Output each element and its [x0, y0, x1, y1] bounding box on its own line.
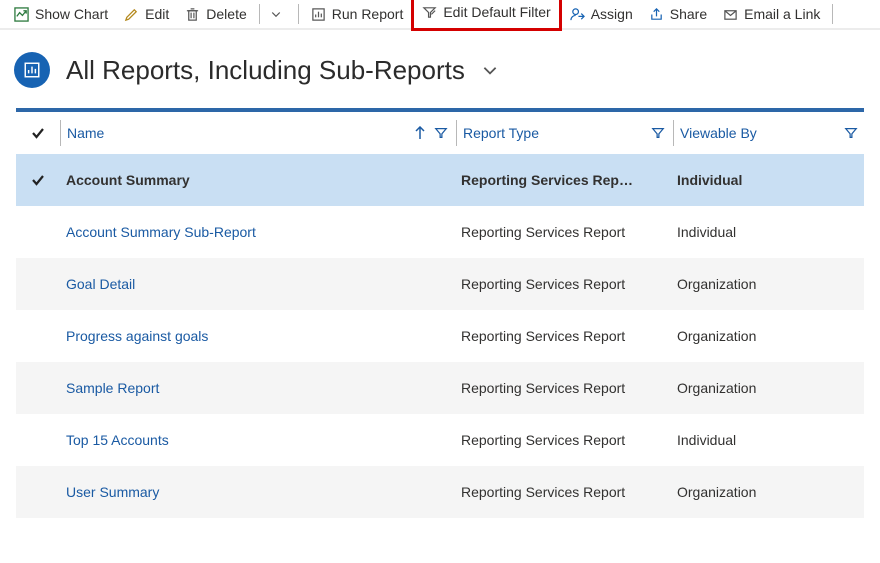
entity-icon [14, 52, 50, 88]
filter-icon[interactable] [651, 126, 665, 140]
sort-asc-icon[interactable] [414, 126, 426, 140]
cell-type: Reporting Services Report [455, 328, 671, 344]
cell-name: Goal Detail [60, 276, 455, 292]
view-header: All Reports, Including Sub-Reports [0, 30, 880, 108]
cell-viewable: Organization [671, 328, 864, 344]
email-link-button[interactable]: Email a Link [715, 0, 828, 28]
cell-name: Sample Report [60, 380, 455, 396]
edit-default-filter-button[interactable]: Edit Default Filter [414, 0, 558, 28]
column-name-label: Name [67, 125, 104, 141]
filter-icon[interactable] [434, 126, 448, 140]
table-row[interactable]: User Summary Reporting Services ReportOrg… [16, 466, 864, 518]
run-report-label: Run Report [332, 6, 404, 22]
edit-button[interactable]: Edit [116, 0, 177, 28]
report-icon [311, 7, 326, 22]
report-link[interactable]: Progress against goals [66, 328, 208, 344]
report-link[interactable]: Goal Detail [66, 276, 135, 292]
cell-viewable: Individual [671, 432, 864, 448]
grid-header: Name Report Type Viewable By [16, 112, 864, 154]
cell-name: Top 15 Accounts [60, 432, 455, 448]
column-header-type[interactable]: Report Type [457, 125, 673, 141]
grid-body: Account SummaryReporting Services Rep…In… [16, 154, 864, 518]
table-row[interactable]: Goal Detail Reporting Services ReportOrga… [16, 258, 864, 310]
delete-button[interactable]: Delete [177, 0, 254, 28]
cell-viewable: Individual [671, 172, 864, 188]
cell-type: Reporting Services Report [455, 484, 671, 500]
delete-more-button[interactable] [264, 0, 294, 28]
cell-viewable: Organization [671, 380, 864, 396]
assign-button[interactable]: Assign [562, 0, 641, 28]
table-row[interactable]: Sample Report Reporting Services ReportOr… [16, 362, 864, 414]
check-icon [30, 172, 46, 188]
table-row[interactable]: Account Summary Reporting Services Rep…In… [16, 154, 864, 206]
edit-label: Edit [145, 6, 169, 22]
delete-label: Delete [206, 6, 246, 22]
view-title[interactable]: All Reports, Including Sub-Reports [66, 55, 465, 86]
cell-viewable: Organization [671, 484, 864, 500]
report-link[interactable]: Account Summary Sub-Report [66, 224, 256, 240]
show-chart-label: Show Chart [35, 6, 108, 22]
highlighted-command: Edit Default Filter [411, 0, 561, 31]
cell-viewable: Individual [671, 224, 864, 240]
column-header-name[interactable]: Name [61, 125, 456, 141]
row-check[interactable] [16, 172, 60, 188]
report-link[interactable]: Top 15 Accounts [66, 432, 169, 448]
cell-name: Account Summary Sub-Report [60, 224, 455, 240]
email-icon [723, 7, 738, 22]
column-viewable-label: Viewable By [680, 125, 757, 141]
pencil-icon [124, 7, 139, 22]
grid-container: Name Report Type Viewable By Account Sum… [0, 108, 880, 518]
trash-icon [185, 7, 200, 22]
filter-edit-icon [422, 5, 437, 20]
grid: Name Report Type Viewable By Account Sum… [16, 108, 864, 518]
assign-label: Assign [591, 6, 633, 22]
chevron-down-icon[interactable] [481, 61, 499, 79]
filter-icon[interactable] [844, 126, 858, 140]
report-entity-icon [23, 61, 41, 79]
run-report-button[interactable]: Run Report [303, 0, 412, 28]
column-type-label: Report Type [463, 125, 539, 141]
column-header-viewable[interactable]: Viewable By [674, 125, 864, 141]
cell-type: Reporting Services Rep… [455, 172, 671, 188]
table-row[interactable]: Progress against goals Reporting Services… [16, 310, 864, 362]
command-bar: Show Chart Edit Delete Run Report Edit D… [0, 0, 880, 30]
cell-type: Reporting Services Report [455, 276, 671, 292]
divider [832, 4, 833, 24]
assign-icon [570, 7, 585, 22]
cell-type: Reporting Services Report [455, 432, 671, 448]
show-chart-button[interactable]: Show Chart [6, 0, 116, 28]
column-select-all[interactable] [16, 125, 60, 141]
edit-default-filter-label: Edit Default Filter [443, 4, 550, 20]
report-link[interactable]: Sample Report [66, 380, 159, 396]
cell-viewable: Organization [671, 276, 864, 292]
report-link[interactable]: User Summary [66, 484, 159, 500]
table-row[interactable]: Account Summary Sub-Report Reporting Serv… [16, 206, 864, 258]
cell-name: User Summary [60, 484, 455, 500]
cell-type: Reporting Services Report [455, 224, 671, 240]
cell-name: Progress against goals [60, 328, 455, 344]
check-icon [30, 125, 46, 141]
share-button[interactable]: Share [641, 0, 715, 28]
cell-name: Account Summary [60, 172, 455, 188]
chart-icon [14, 7, 29, 22]
email-link-label: Email a Link [744, 6, 820, 22]
cell-type: Reporting Services Report [455, 380, 671, 396]
table-row[interactable]: Top 15 Accounts Reporting Services Report… [16, 414, 864, 466]
divider [298, 4, 299, 24]
divider [259, 4, 260, 24]
share-label: Share [670, 6, 707, 22]
chevron-down-icon [270, 8, 282, 20]
report-link[interactable]: Account Summary [66, 172, 190, 188]
share-icon [649, 7, 664, 22]
